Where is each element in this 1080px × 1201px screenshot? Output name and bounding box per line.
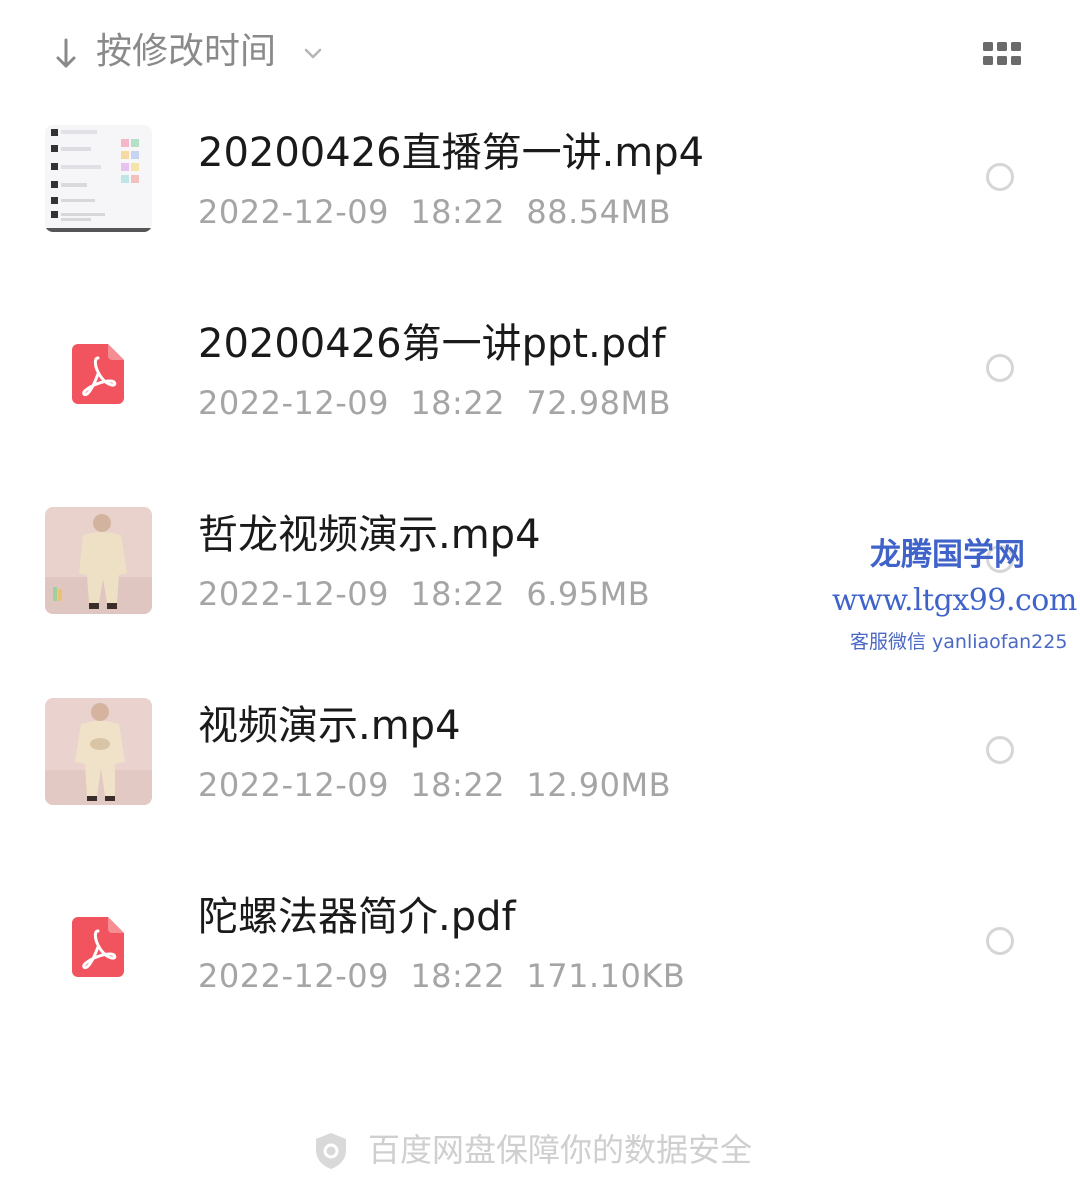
file-row[interactable]: 视频演示.mp4 2022-12-09 18:22 12.90MB	[0, 698, 1080, 889]
shield-icon	[316, 1133, 346, 1169]
file-time: 18:22	[410, 193, 506, 231]
select-radio[interactable]	[986, 545, 1014, 573]
file-meta: 2022-12-09 18:22 88.54MB	[198, 190, 671, 234]
file-size: 6.95MB	[526, 575, 651, 613]
file-size: 72.98MB	[526, 384, 672, 422]
file-row[interactable]: 哲龙视频演示.mp4 2022-12-09 18:22 6.95MB	[0, 507, 1080, 698]
pdf-icon	[72, 344, 124, 404]
file-row[interactable]: 20200426第一讲ppt.pdf 2022-12-09 18:22 72.9…	[0, 316, 1080, 507]
file-name[interactable]: 20200426直播第一讲.mp4	[198, 125, 704, 181]
select-radio[interactable]	[986, 927, 1014, 955]
footer: 百度网盘保障你的数据安全	[0, 1126, 1080, 1176]
file-date: 2022-12-09	[198, 193, 389, 231]
file-meta: 2022-12-09 18:22 171.10KB	[198, 954, 685, 998]
file-meta: 2022-12-09 18:22 6.95MB	[198, 572, 650, 616]
grid-view-icon[interactable]	[983, 42, 1021, 66]
video-thumbnail	[45, 698, 152, 805]
file-size: 12.90MB	[526, 766, 672, 804]
file-name[interactable]: 哲龙视频演示.mp4	[198, 507, 541, 563]
file-time: 18:22	[410, 575, 506, 613]
select-radio[interactable]	[986, 163, 1014, 191]
file-date: 2022-12-09	[198, 957, 389, 995]
file-size: 88.54MB	[526, 193, 672, 231]
footer-security-text: 百度网盘保障你的数据安全	[368, 1131, 753, 1169]
chat-screenshot-thumbnail	[45, 125, 152, 232]
file-name[interactable]: 视频演示.mp4	[198, 698, 461, 754]
select-radio[interactable]	[986, 354, 1014, 382]
sort-order-label[interactable]: 按修改时间	[96, 28, 276, 76]
file-time: 18:22	[410, 766, 506, 804]
file-date: 2022-12-09	[198, 766, 389, 804]
file-row[interactable]: 陀螺法器简介.pdf 2022-12-09 18:22 171.10KB	[0, 889, 1080, 1080]
file-name[interactable]: 20200426第一讲ppt.pdf	[198, 316, 666, 372]
video-thumbnail	[45, 507, 152, 614]
file-time: 18:22	[410, 384, 506, 422]
chevron-down-icon[interactable]	[302, 42, 324, 64]
toolbar: 按修改时间	[0, 0, 1080, 105]
file-meta: 2022-12-09 18:22 72.98MB	[198, 381, 671, 425]
pdf-icon	[72, 917, 124, 977]
file-time: 18:22	[410, 957, 506, 995]
file-date: 2022-12-09	[198, 384, 389, 422]
arrow-down-icon[interactable]	[52, 32, 80, 72]
file-meta: 2022-12-09 18:22 12.90MB	[198, 763, 671, 807]
file-name[interactable]: 陀螺法器简介.pdf	[198, 889, 516, 945]
file-size: 171.10KB	[526, 957, 686, 995]
file-row[interactable]: 20200426直播第一讲.mp4 2022-12-09 18:22 88.54…	[0, 125, 1080, 316]
select-radio[interactable]	[986, 736, 1014, 764]
file-date: 2022-12-09	[198, 575, 389, 613]
